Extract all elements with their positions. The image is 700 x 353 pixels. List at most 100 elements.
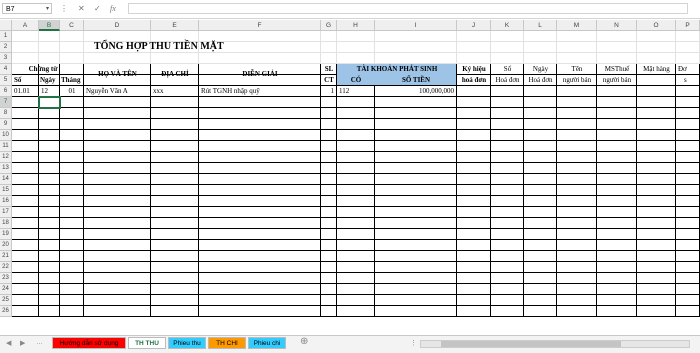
cell[interactable] xyxy=(597,31,637,42)
cell[interactable] xyxy=(491,141,524,152)
cell[interactable] xyxy=(457,207,491,218)
cell[interactable] xyxy=(557,86,597,97)
cell[interactable] xyxy=(151,284,199,295)
cancel-icon[interactable]: ✕ xyxy=(78,4,85,14)
cell[interactable] xyxy=(557,262,597,273)
cell[interactable] xyxy=(375,119,457,130)
cell[interactable] xyxy=(676,75,700,86)
cell[interactable] xyxy=(199,207,321,218)
confirm-icon[interactable]: ✓ xyxy=(94,4,101,14)
cell[interactable] xyxy=(337,108,375,119)
cell[interactable] xyxy=(524,251,557,262)
cell[interactable] xyxy=(321,207,337,218)
cell[interactable] xyxy=(375,141,457,152)
cell[interactable] xyxy=(39,152,60,163)
cell[interactable] xyxy=(321,97,337,108)
cell[interactable] xyxy=(557,240,597,251)
cell[interactable] xyxy=(557,53,597,64)
cell[interactable] xyxy=(199,108,321,119)
cell[interactable] xyxy=(557,229,597,240)
column-header[interactable]: M xyxy=(557,20,597,31)
cell[interactable] xyxy=(12,174,39,185)
cell[interactable] xyxy=(557,152,597,163)
cell[interactable] xyxy=(39,262,60,273)
cell[interactable] xyxy=(84,251,151,262)
cell[interactable] xyxy=(39,196,60,207)
cell[interactable] xyxy=(199,174,321,185)
cell[interactable] xyxy=(557,273,597,284)
cell[interactable] xyxy=(321,240,337,251)
row-header[interactable]: 24 xyxy=(0,284,12,295)
cell[interactable] xyxy=(199,53,321,64)
cell[interactable] xyxy=(60,185,84,196)
cell[interactable] xyxy=(12,119,39,130)
cell[interactable] xyxy=(12,31,39,42)
cell[interactable] xyxy=(457,31,491,42)
row-header[interactable]: 25 xyxy=(0,295,12,306)
cell[interactable] xyxy=(457,141,491,152)
cell[interactable] xyxy=(337,306,375,317)
cell[interactable] xyxy=(321,306,337,317)
cell[interactable] xyxy=(151,295,199,306)
cell[interactable] xyxy=(524,31,557,42)
row-header[interactable]: 3 xyxy=(0,53,12,64)
cell[interactable] xyxy=(321,42,337,53)
cell[interactable] xyxy=(524,273,557,284)
cell[interactable] xyxy=(491,196,524,207)
cell[interactable] xyxy=(60,119,84,130)
cell[interactable] xyxy=(676,97,700,108)
cell[interactable] xyxy=(375,284,457,295)
column-header[interactable]: G xyxy=(321,20,337,31)
cell[interactable] xyxy=(457,86,491,97)
cell[interactable] xyxy=(491,108,524,119)
cell[interactable] xyxy=(491,53,524,64)
cell[interactable] xyxy=(597,185,637,196)
cell[interactable] xyxy=(557,196,597,207)
row-header[interactable]: 16 xyxy=(0,196,12,207)
cell[interactable] xyxy=(12,163,39,174)
cell[interactable] xyxy=(199,119,321,130)
cell[interactable] xyxy=(637,306,676,317)
row-header[interactable]: 21 xyxy=(0,251,12,262)
cell[interactable] xyxy=(199,251,321,262)
cell[interactable] xyxy=(12,141,39,152)
row-header[interactable]: 12 xyxy=(0,152,12,163)
cell[interactable] xyxy=(12,262,39,273)
row-header[interactable]: 14 xyxy=(0,174,12,185)
cell[interactable] xyxy=(199,185,321,196)
cell[interactable] xyxy=(637,53,676,64)
cell[interactable] xyxy=(676,306,700,317)
row-header[interactable]: 10 xyxy=(0,130,12,141)
cell[interactable] xyxy=(12,218,39,229)
cell[interactable] xyxy=(151,141,199,152)
cell[interactable] xyxy=(375,97,457,108)
cell[interactable] xyxy=(597,240,637,251)
cell[interactable] xyxy=(84,53,151,64)
cell[interactable] xyxy=(12,284,39,295)
cell[interactable] xyxy=(676,273,700,284)
cell[interactable] xyxy=(84,207,151,218)
cell[interactable] xyxy=(151,53,199,64)
cell[interactable] xyxy=(491,152,524,163)
cell[interactable] xyxy=(597,229,637,240)
cell[interactable] xyxy=(457,42,491,53)
cell[interactable] xyxy=(676,284,700,295)
cell[interactable] xyxy=(39,119,60,130)
cell[interactable] xyxy=(337,31,375,42)
cell[interactable] xyxy=(457,229,491,240)
cell[interactable] xyxy=(524,86,557,97)
cell[interactable] xyxy=(597,141,637,152)
cell[interactable] xyxy=(491,119,524,130)
cell[interactable] xyxy=(39,306,60,317)
cell[interactable] xyxy=(491,130,524,141)
cell[interactable] xyxy=(457,152,491,163)
cell[interactable] xyxy=(199,240,321,251)
cell[interactable] xyxy=(60,42,84,53)
row-header[interactable]: 7 xyxy=(0,97,12,108)
cell[interactable] xyxy=(12,251,39,262)
cell[interactable] xyxy=(321,53,337,64)
row-header[interactable]: 5 xyxy=(0,75,12,86)
cell[interactable] xyxy=(321,229,337,240)
cell[interactable] xyxy=(524,174,557,185)
row-header[interactable]: 2 xyxy=(0,42,12,53)
